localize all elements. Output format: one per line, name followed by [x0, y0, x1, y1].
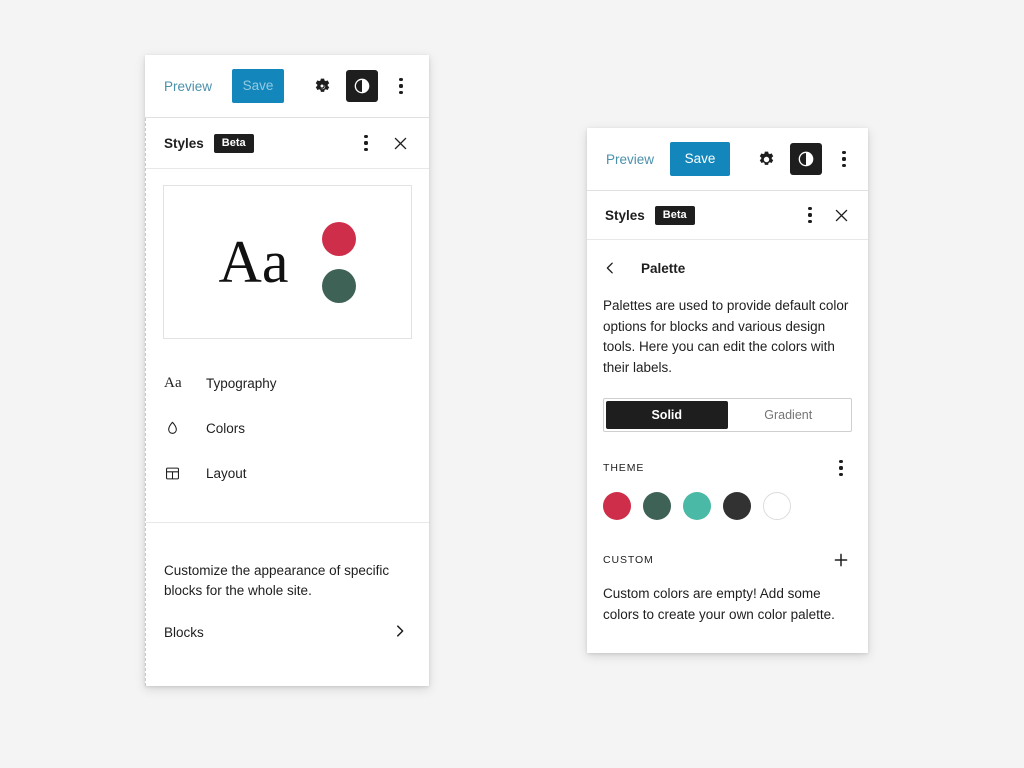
kebab-dot: [364, 141, 368, 145]
preview-color-dot: [322, 221, 357, 256]
palette-title: Palette: [641, 260, 686, 276]
typography-aa-icon: Aa: [164, 375, 188, 392]
kebab-dot: [839, 466, 843, 470]
chevron-right-icon: [393, 624, 407, 641]
preview-link[interactable]: Preview: [606, 152, 654, 167]
custom-section-header: CUSTOM: [603, 550, 852, 570]
chevron-left-icon[interactable]: [603, 261, 625, 275]
kebab-dot: [839, 460, 843, 464]
contrast-icon[interactable]: [346, 70, 379, 102]
editor-toolbar-right: Preview Save: [587, 128, 868, 191]
theme-section-header: THEME: [603, 458, 852, 478]
page-title: Styles: [164, 135, 204, 151]
page-title: Styles: [605, 207, 645, 223]
kebab-menu-icon[interactable]: [353, 128, 379, 158]
kebab-menu-icon[interactable]: [798, 200, 822, 230]
styles-panel-right: Preview Save Styles Beta Palette Palette…: [587, 128, 868, 653]
sidebar-item-label: Layout: [206, 466, 247, 481]
kebab-dot: [399, 90, 403, 94]
styles-nav-list: Aa Typography Colors Layout: [146, 339, 429, 506]
kebab-menu-icon[interactable]: [832, 143, 856, 175]
kebab-dot: [842, 151, 846, 155]
kebab-dot: [808, 213, 812, 217]
styles-header-left: Styles Beta: [146, 118, 429, 169]
preview-content: Aa: [218, 221, 357, 303]
sidebar-item-label: Typography: [206, 376, 277, 391]
kebab-menu-icon[interactable]: [388, 70, 414, 102]
sidebar-item-label: Colors: [206, 421, 246, 436]
typography-aa-glyph: Aa: [164, 375, 182, 391]
kebab-dot: [808, 219, 812, 223]
plus-icon[interactable]: [830, 549, 852, 571]
theme-section-label: THEME: [603, 462, 645, 475]
styles-panel-left: Preview Save Styles Beta Aa Aa Typograph…: [145, 55, 429, 686]
sidebar-item-layout[interactable]: Layout: [146, 451, 429, 496]
color-swatch[interactable]: [643, 492, 671, 521]
kebab-dot: [842, 163, 846, 167]
typography-sample: Aa: [218, 229, 289, 295]
droplet-icon: [164, 420, 188, 437]
beta-badge: Beta: [654, 205, 695, 225]
custom-section-label: CUSTOM: [603, 554, 654, 567]
palette-description: Palettes are used to provide default col…: [603, 298, 849, 375]
solid-gradient-toggle: Solid Gradient: [603, 398, 852, 433]
gear-icon[interactable]: [306, 70, 338, 102]
preview-color-dot: [322, 268, 357, 303]
styles-panel-left-body: Styles Beta Aa Aa Typography Colors Layo…: [145, 118, 429, 686]
close-icon[interactable]: [826, 200, 856, 230]
tab-gradient[interactable]: Gradient: [728, 401, 850, 429]
kebab-dot: [364, 147, 368, 151]
beta-badge: Beta: [213, 133, 254, 153]
kebab-dot: [842, 157, 846, 161]
style-preview-card[interactable]: Aa: [163, 185, 412, 339]
color-swatch[interactable]: [683, 492, 711, 521]
contrast-icon[interactable]: [790, 143, 823, 175]
save-button[interactable]: Save: [670, 142, 731, 176]
blocks-description: Customize the appearance of specific blo…: [164, 563, 390, 599]
kebab-menu-icon[interactable]: [830, 457, 852, 479]
blocks-link-label: Blocks: [164, 624, 204, 640]
kebab-dot: [364, 135, 368, 139]
close-icon[interactable]: [385, 128, 415, 158]
breadcrumb: Palette: [603, 254, 852, 282]
kebab-dot: [399, 84, 403, 88]
sidebar-item-colors[interactable]: Colors: [146, 406, 429, 451]
layout-icon: [164, 465, 188, 482]
custom-empty-message: Custom colors are empty! Add some colors…: [603, 586, 835, 622]
sidebar-item-blocks[interactable]: Blocks: [146, 602, 429, 641]
preview-color-dots: [322, 221, 357, 303]
color-swatch[interactable]: [723, 492, 751, 521]
preview-link[interactable]: Preview: [164, 79, 212, 94]
color-swatch[interactable]: [603, 492, 631, 521]
sidebar-item-typography[interactable]: Aa Typography: [146, 361, 429, 406]
color-swatch[interactable]: [763, 492, 791, 521]
kebab-dot: [399, 78, 403, 82]
kebab-dot: [808, 207, 812, 211]
styles-header-right: Styles Beta: [587, 191, 868, 240]
tab-solid[interactable]: Solid: [606, 401, 728, 430]
palette-panel-body: Palette Palettes are used to provide def…: [587, 240, 868, 653]
editor-toolbar-left: Preview Save: [145, 55, 429, 118]
kebab-dot: [839, 472, 843, 476]
save-button[interactable]: Save: [232, 69, 285, 103]
gear-icon[interactable]: [750, 143, 782, 175]
theme-swatch-row: [603, 492, 852, 521]
